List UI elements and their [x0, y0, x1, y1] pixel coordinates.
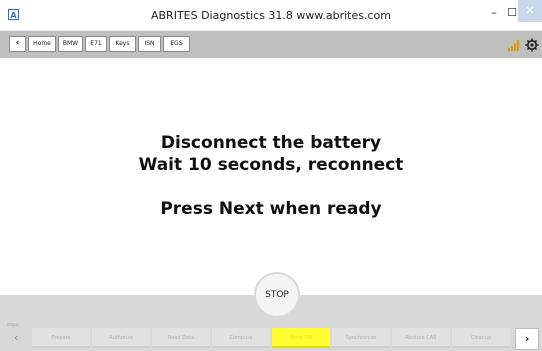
close-button[interactable]: ✕	[518, 0, 542, 22]
instruction-line-2: Wait 10 seconds, reconnect	[138, 155, 404, 175]
signal-strength-icon	[508, 40, 519, 51]
breadcrumb-bmw[interactable]: BMW	[58, 36, 83, 52]
minimize-button[interactable]: –	[485, 4, 503, 22]
step-compute: Compute	[212, 328, 270, 348]
stop-button[interactable]: STOP	[254, 272, 300, 318]
instruction-line-1: Disconnect the battery	[160, 133, 382, 153]
step-synchronize: Synchronize	[332, 328, 390, 348]
breadcrumb-e71[interactable]: E71	[85, 36, 107, 52]
steps-label: steps:	[7, 322, 20, 327]
instruction-line-3: Press Next when ready	[160, 199, 382, 219]
breadcrumb-bar: ‹ Home BMW E71 Keys ISN EGS	[0, 31, 542, 58]
step-authorize: Authorize	[92, 328, 150, 348]
steps-back-button[interactable]: ‹	[14, 331, 18, 344]
breadcrumb-home[interactable]: Home	[28, 36, 56, 52]
back-button[interactable]: ‹	[9, 36, 26, 52]
title-bar: A ABRITES Diagnostics 31.8 www.abrites.c…	[0, 0, 542, 31]
window-title: ABRITES Diagnostics 31.8 www.abrites.com	[150, 9, 391, 22]
next-button[interactable]: ›	[515, 328, 539, 350]
step-cleanup: Cleanup	[452, 328, 510, 348]
step-restore-cas: Restore CAS	[392, 328, 450, 348]
breadcrumb-egs[interactable]: EGS	[163, 36, 190, 52]
breadcrumb-keys[interactable]: Keys	[109, 36, 136, 52]
breadcrumb-isn[interactable]: ISN	[138, 36, 161, 52]
step-prepare: Prepare	[32, 328, 90, 348]
step-write-isn: Write ISN	[272, 328, 330, 348]
step-read-data: Read Data	[152, 328, 210, 348]
gear-icon[interactable]	[525, 38, 539, 52]
